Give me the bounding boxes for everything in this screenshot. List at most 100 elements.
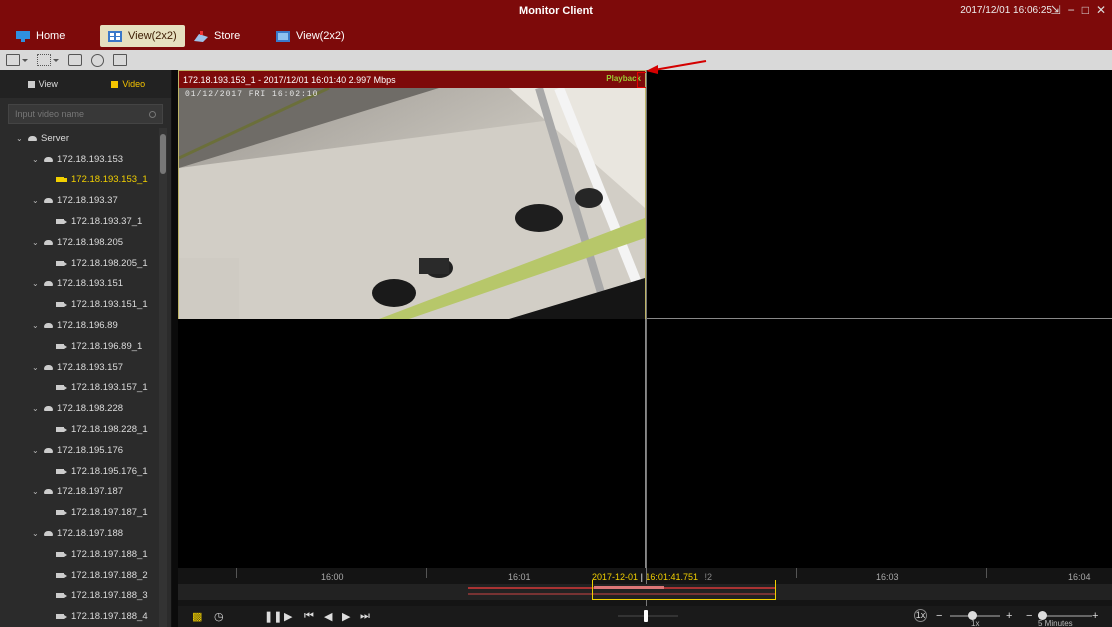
step-forward-icon[interactable]: ▶	[284, 610, 292, 623]
video-cell-2[interactable]	[646, 70, 1112, 319]
chevron-down-icon[interactable]: ⌄	[32, 279, 44, 288]
fast-forward-icon[interactable]: ⏭	[360, 610, 370, 623]
search-box	[8, 104, 163, 124]
grid-view-icon	[108, 30, 122, 42]
tree-camera-item[interactable]: 172.18.197.188_4	[0, 606, 160, 627]
ptz-control-icon[interactable]	[91, 53, 104, 67]
tab-home[interactable]: Home	[8, 25, 73, 47]
close-icon[interactable]: ✕	[1096, 3, 1106, 17]
zoom-label: 5 Minutes	[1038, 619, 1073, 627]
timeline-tick	[426, 568, 427, 578]
timeline-cursor[interactable]	[646, 70, 647, 606]
tab-store[interactable]: Store	[186, 25, 248, 47]
speed-increase-button[interactable]: +	[1006, 610, 1012, 622]
fast-rewind-icon[interactable]: ⏮	[304, 610, 314, 623]
tree-camera-item[interactable]: 172.18.196.89_1	[0, 336, 160, 357]
clip-icon[interactable]: ▩	[192, 610, 202, 623]
tree-item-label: 172.18.195.176	[57, 444, 124, 456]
timeline-label: 16:00	[321, 572, 344, 582]
zoom-decrease-button[interactable]: −	[1026, 610, 1032, 622]
chevron-down-icon[interactable]	[53, 58, 59, 62]
snapshot-camera-icon[interactable]	[68, 54, 82, 66]
tree-camera-item[interactable]: 172.18.193.153_1	[0, 170, 160, 191]
chevron-down-icon[interactable]: ⌄	[32, 238, 44, 247]
previous-frame-icon[interactable]: ◀	[324, 610, 332, 623]
minimize-icon[interactable]: −	[1068, 3, 1075, 17]
tab-view-2x2[interactable]: View(2x2)	[100, 25, 185, 47]
tab-label: View(2x2)	[296, 30, 345, 42]
tree-camera-item[interactable]: 172.18.195.176_1	[0, 461, 160, 482]
tree-camera-item[interactable]: 172.18.197.187_1	[0, 502, 160, 523]
chevron-down-icon[interactable]: ⌄	[32, 363, 44, 372]
chevron-down-icon[interactable]: ⌄	[32, 529, 44, 538]
camera-icon	[56, 593, 67, 599]
server-icon	[28, 135, 37, 141]
tree-server-item[interactable]: ⌄ 172.18.197.188	[0, 523, 160, 544]
tab-view-2x2-second[interactable]: View(2x2)	[268, 25, 353, 47]
tab-bar: Home View(2x2) Store View(2x2)	[0, 22, 1112, 50]
tree-item-label: 172.18.195.176_1	[71, 465, 148, 477]
chevron-down-icon[interactable]: ⌄	[16, 134, 28, 143]
chevron-down-icon[interactable]: ⌄	[32, 321, 44, 330]
tree-scrollbar[interactable]	[159, 128, 167, 627]
fullscreen-icon[interactable]	[113, 54, 127, 66]
tree-server-item[interactable]: ⌄ 172.18.193.153	[0, 149, 160, 170]
tree-camera-item[interactable]: 172.18.198.205_1	[0, 253, 160, 274]
chevron-down-icon[interactable]: ⌄	[32, 446, 44, 455]
timeline[interactable]: 16:00 16:01 16:03 16:04 2017-12-01 | 16:…	[178, 70, 1112, 606]
tree-camera-item[interactable]: 172.18.197.188_2	[0, 565, 160, 586]
video-cell-header: 172.18.193.153_1 - 2017/12/01 16:01:40 2…	[179, 71, 653, 88]
volume-slider[interactable]	[618, 610, 678, 622]
tree-server-item[interactable]: ⌄ Server	[0, 128, 160, 149]
search-icon[interactable]	[149, 110, 156, 118]
tree-camera-item[interactable]: 172.18.193.157_1	[0, 378, 160, 399]
speed-badge[interactable]: 1x	[914, 609, 927, 622]
video-cell-4[interactable]	[646, 319, 1112, 568]
tree-server-item[interactable]: ⌄ 172.18.198.205	[0, 232, 160, 253]
chevron-down-icon[interactable]: ⌄	[32, 155, 44, 164]
tab-label: Store	[214, 30, 241, 42]
zoom-increase-button[interactable]: +	[1092, 610, 1098, 622]
tree-camera-item[interactable]: 172.18.197.188_1	[0, 544, 160, 565]
tree-server-item[interactable]: ⌄ 172.18.195.176	[0, 440, 160, 461]
tree-server-item[interactable]: ⌄ 172.18.196.89	[0, 315, 160, 336]
chevron-down-icon[interactable]: ⌄	[32, 196, 44, 205]
tree-server-item[interactable]: ⌄ 172.18.193.37	[0, 190, 160, 211]
video-cell-3[interactable]	[178, 319, 646, 568]
chevron-down-icon[interactable]: ⌄	[32, 487, 44, 496]
tree-server-item[interactable]: ⌄ 172.18.193.151	[0, 274, 160, 295]
next-frame-icon[interactable]: ▶	[342, 610, 350, 623]
zoom-slider[interactable]	[1038, 611, 1092, 620]
tree-server-item[interactable]: ⌄ 172.18.193.157	[0, 357, 160, 378]
tree-camera-item[interactable]: 172.18.198.228_1	[0, 419, 160, 440]
sidebar-tab-video[interactable]: Video	[86, 79, 172, 89]
server-icon	[44, 447, 53, 453]
scrollbar-thumb[interactable]	[160, 134, 166, 174]
slider-thumb[interactable]	[644, 610, 648, 622]
search-input[interactable]	[15, 109, 149, 119]
playback-indicator[interactable]: Playback	[606, 72, 653, 88]
logout-icon[interactable]: ⇲	[1051, 3, 1061, 17]
monitor-client-window: Monitor Client 2017/12/01 16:06:25 ⇲ − □…	[0, 0, 1112, 627]
tree-camera-item[interactable]: 172.18.197.188_3	[0, 586, 160, 607]
tree-item-label: 172.18.198.228	[57, 403, 124, 415]
history-clock-icon[interactable]: ◷	[214, 610, 224, 623]
pause-icon[interactable]: ❚❚	[264, 610, 282, 623]
chevron-down-icon[interactable]: ⌄	[32, 404, 44, 413]
timeline-tick	[986, 568, 987, 578]
tree-server-item[interactable]: ⌄ 172.18.197.187	[0, 482, 160, 503]
tree-camera-item[interactable]: 172.18.193.37_1	[0, 211, 160, 232]
tree-item-label: 172.18.197.188	[57, 528, 124, 540]
timeline-label: 16:04	[1068, 572, 1091, 582]
layout-button[interactable]	[6, 54, 20, 66]
speed-slider[interactable]	[950, 611, 1000, 620]
speed-decrease-button[interactable]: −	[936, 610, 942, 622]
tree-camera-item[interactable]: 172.18.193.151_1	[0, 294, 160, 315]
restore-icon[interactable]: □	[1082, 3, 1089, 17]
sidebar-tab-view[interactable]: View	[0, 79, 86, 89]
split-view-button[interactable]	[37, 54, 51, 66]
timeline-label: 16:01	[508, 572, 531, 582]
chevron-down-icon[interactable]	[22, 58, 28, 62]
tree-server-item[interactable]: ⌄ 172.18.198.228	[0, 398, 160, 419]
video-cell-1[interactable]: 172.18.193.153_1 - 2017/12/01 16:01:40 2…	[178, 70, 653, 319]
